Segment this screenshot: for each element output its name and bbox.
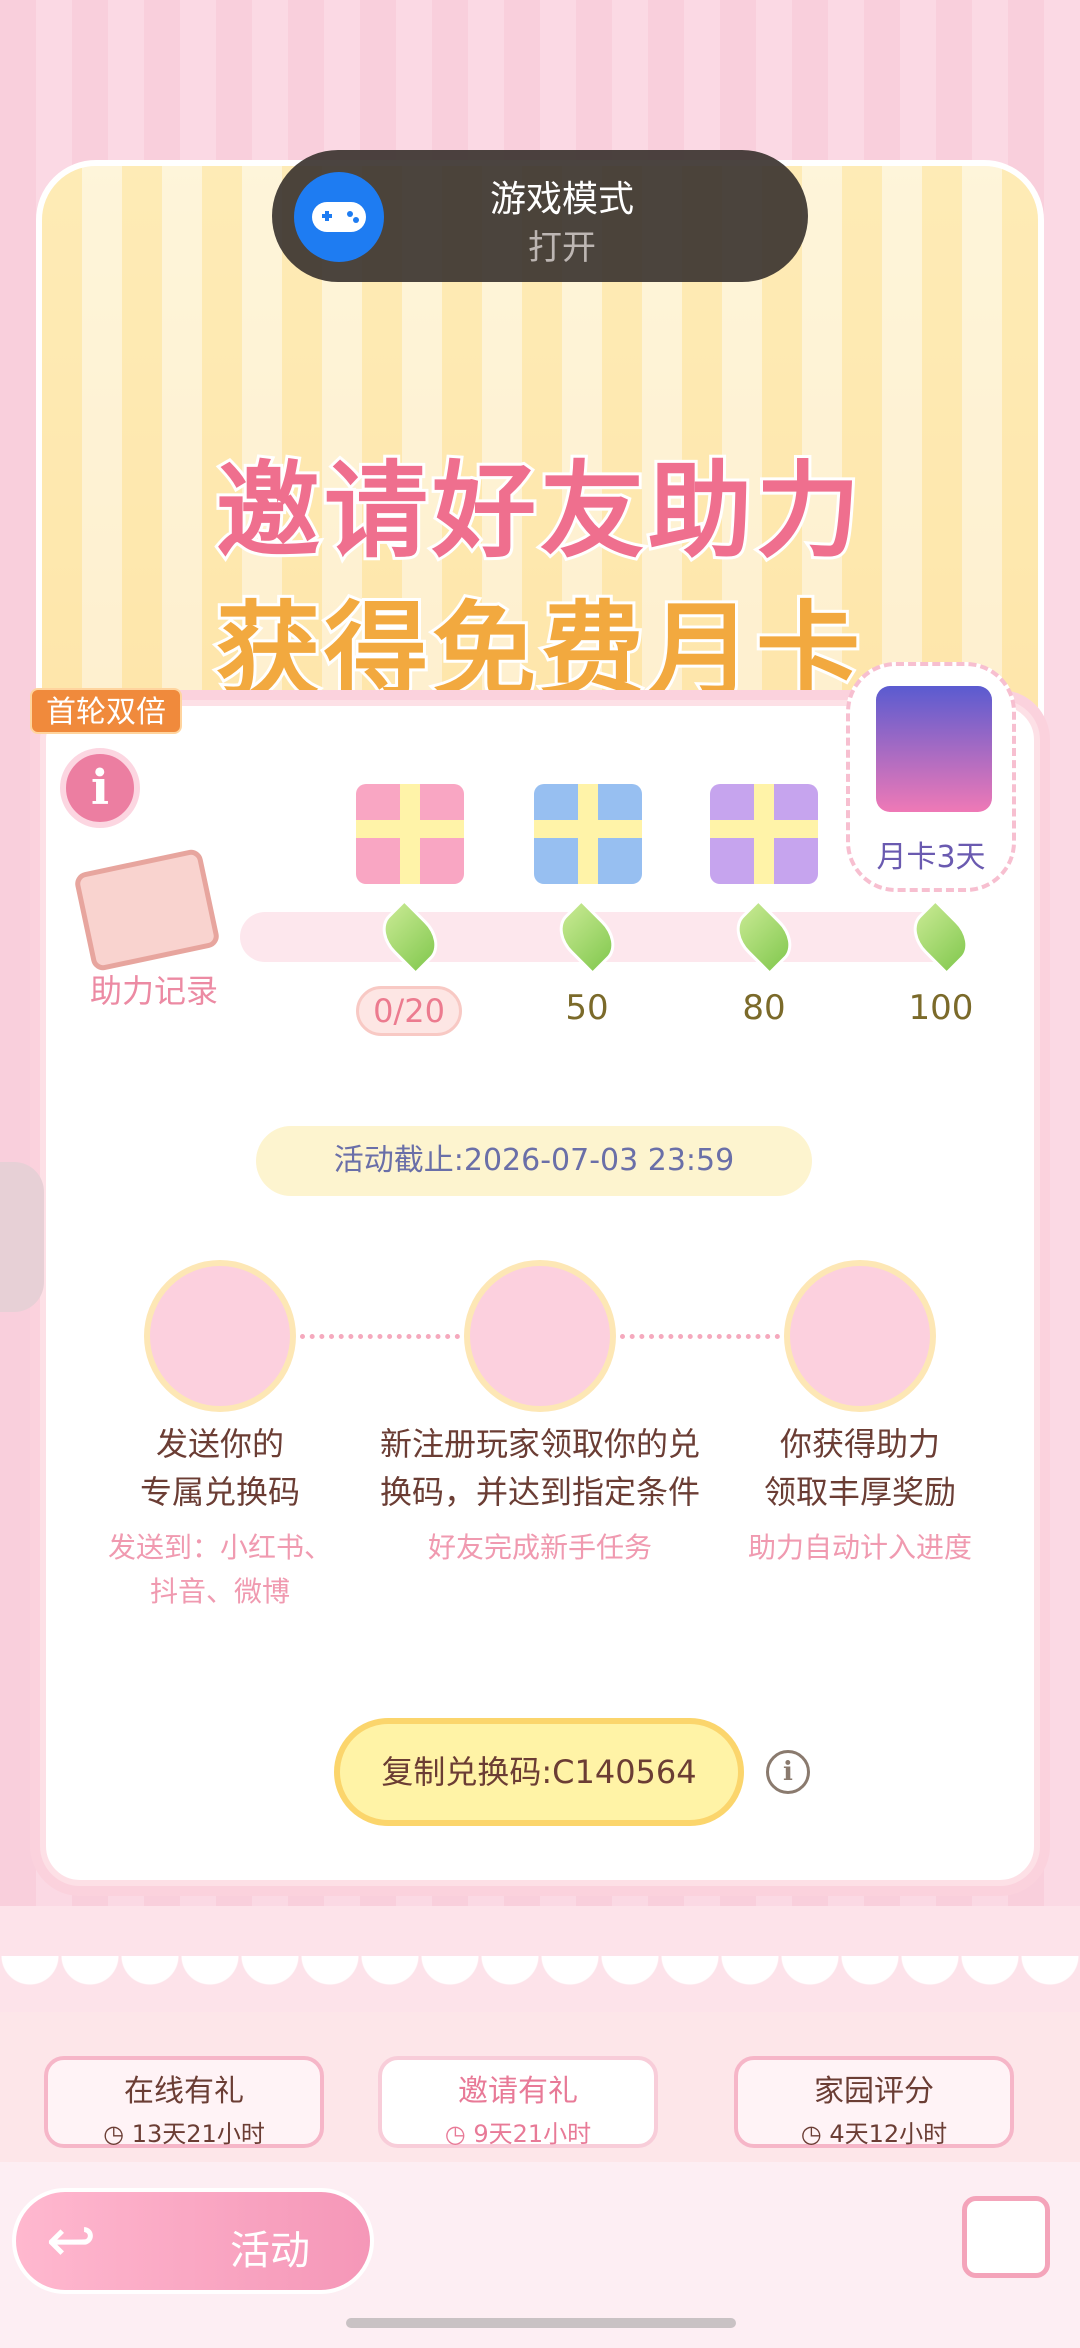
register-form-icon xyxy=(464,1260,616,1412)
tab-invite-gift[interactable]: 邀请有礼 ◷ 9天21小时 xyxy=(378,2056,658,2148)
banner-title-line1: 邀请好友助力 xyxy=(213,447,864,575)
gift-icon[interactable] xyxy=(710,784,818,884)
gift-icon[interactable] xyxy=(356,784,464,884)
step-1-title: 发送你的 专属兑换码 xyxy=(139,1425,300,1511)
tab-home-rating[interactable]: 家园评分 ◷ 4天12小时 xyxy=(734,2056,1014,2148)
clock-icon: ◷ xyxy=(444,2120,474,2148)
side-drawer-handle[interactable] xyxy=(0,1162,44,1312)
info-icon[interactable]: i xyxy=(60,748,140,828)
step-3-subtitle: 助力自动计入进度 xyxy=(747,1531,972,1564)
home-indicator[interactable] xyxy=(346,2318,736,2328)
gift-reward-icon xyxy=(784,1260,936,1412)
step-connector xyxy=(300,1334,460,1339)
copy-code-button[interactable]: 复制兑换码:C140564 xyxy=(334,1718,744,1826)
gift-code-icon xyxy=(144,1260,296,1412)
clock-icon: ◷ xyxy=(103,2120,132,2148)
monthly-card-icon xyxy=(876,686,992,812)
progress-current: 0/20 xyxy=(356,986,462,1036)
step-3-title: 你获得助力 领取丰厚奖励 xyxy=(763,1425,956,1511)
deadline-label: 活动截止:2026-07-03 23:59 xyxy=(256,1126,812,1196)
step-connector xyxy=(620,1334,780,1339)
lace-divider xyxy=(0,1906,1080,2016)
double-reward-badge: 首轮双倍 xyxy=(30,688,182,734)
activity-label[interactable]: 活动 xyxy=(230,2218,310,2276)
info-icon[interactable]: i xyxy=(766,1750,810,1794)
toast-title: 游戏模式 xyxy=(489,179,634,220)
game-mode-toast: 游戏模式 打开 xyxy=(272,150,808,282)
toast-status: 打开 xyxy=(528,228,596,268)
milestone-label: 80 xyxy=(742,988,786,1028)
milestone-label: 50 xyxy=(565,988,609,1028)
step-2-title: 新注册玩家领取你的兑 换码，并达到指定条件 xyxy=(379,1425,700,1511)
milestone-label: 100 xyxy=(908,988,974,1028)
gift-icon[interactable] xyxy=(534,784,642,884)
tab-online-gift[interactable]: 在线有礼 ◷ 13天21小时 xyxy=(44,2056,324,2148)
clock-icon: ◷ xyxy=(800,2120,830,2148)
calendar-icon[interactable] xyxy=(962,2196,1050,2278)
record-label[interactable]: 助力记录 xyxy=(90,966,218,1012)
step-1-subtitle: 发送到：小红书、 抖音、微博 xyxy=(107,1531,332,1608)
gamepad-icon xyxy=(294,172,384,262)
step-2-subtitle: 好友完成新手任务 xyxy=(427,1531,652,1564)
final-reward-label: 月卡3天 xyxy=(876,840,986,875)
back-arrow-icon[interactable]: ↩ xyxy=(46,2206,96,2276)
